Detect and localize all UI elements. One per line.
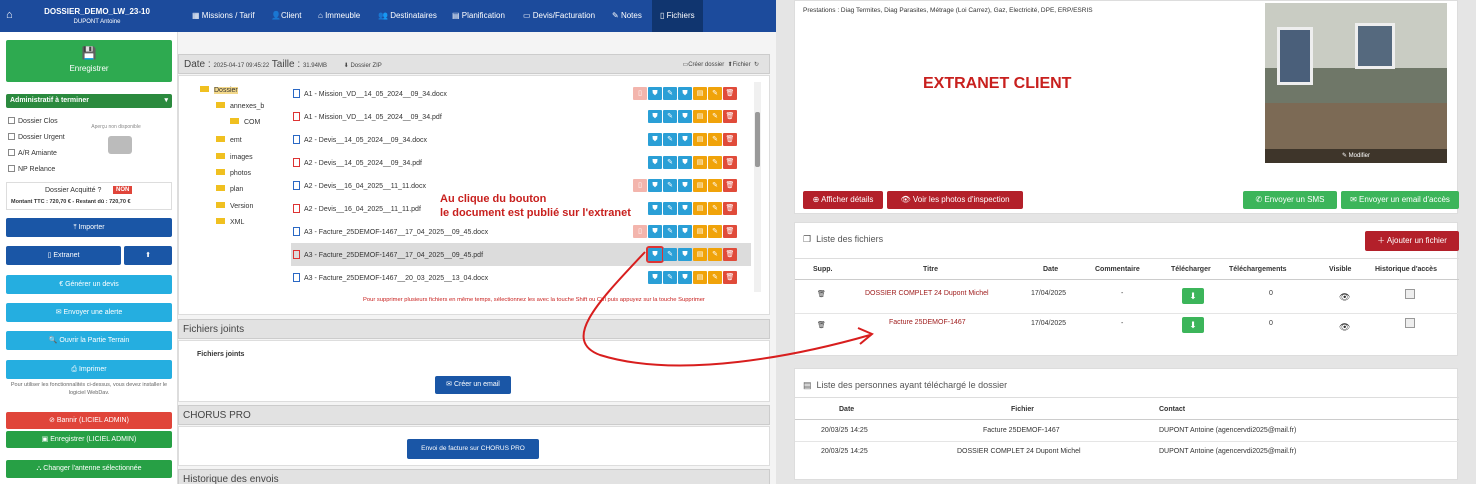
screenshot-root: ⌂ DOSSIER_DEMO_LW_23-10 DUPONT Antoine ▦…	[0, 0, 1476, 484]
annotation-arrow	[582, 251, 874, 367]
arrow-curve	[582, 251, 871, 367]
